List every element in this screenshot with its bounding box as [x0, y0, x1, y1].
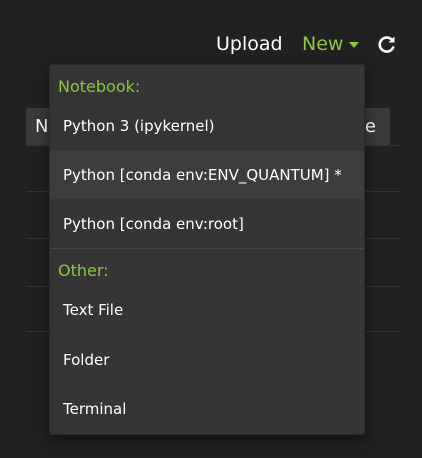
upload-button[interactable]: Upload	[216, 32, 283, 56]
menu-item-label: Python [conda env:root]	[63, 215, 244, 233]
menu-item-label: Folder	[63, 351, 110, 369]
caret-down-icon	[349, 42, 360, 48]
new-dropdown-menu: Notebook: Python 3 (ipykernel) Python [c…	[49, 64, 365, 435]
menu-item-label: Terminal	[63, 400, 127, 418]
menu-item-terminal[interactable]: Terminal	[50, 385, 364, 433]
file-list-header-left-text: N	[35, 116, 49, 137]
other-section-header: Other:	[58, 261, 109, 280]
refresh-button[interactable]	[377, 34, 397, 54]
refresh-icon	[378, 36, 395, 53]
menu-item-label: Python [conda env:ENV_QUANTUM] *	[63, 166, 342, 184]
menu-item-python-conda-env-quantum[interactable]: Python [conda env:ENV_QUANTUM] *	[50, 151, 364, 199]
new-button-label: New	[302, 33, 344, 55]
notebook-file-browser: Upload New N te Notebook: Python 3 (ipyk…	[0, 0, 422, 458]
new-dropdown-button[interactable]: New	[302, 32, 360, 56]
notebook-section-header: Notebook:	[58, 77, 141, 96]
menu-item-python-conda-root[interactable]: Python [conda env:root]	[50, 200, 364, 248]
menu-item-label: Python 3 (ipykernel)	[63, 117, 215, 135]
menu-item-folder[interactable]: Folder	[50, 336, 364, 384]
menu-item-text-file[interactable]: Text File	[50, 286, 364, 334]
menu-item-label: Text File	[63, 301, 124, 319]
menu-item-python3-ipykernel[interactable]: Python 3 (ipykernel)	[50, 102, 364, 150]
menu-divider	[50, 248, 364, 249]
